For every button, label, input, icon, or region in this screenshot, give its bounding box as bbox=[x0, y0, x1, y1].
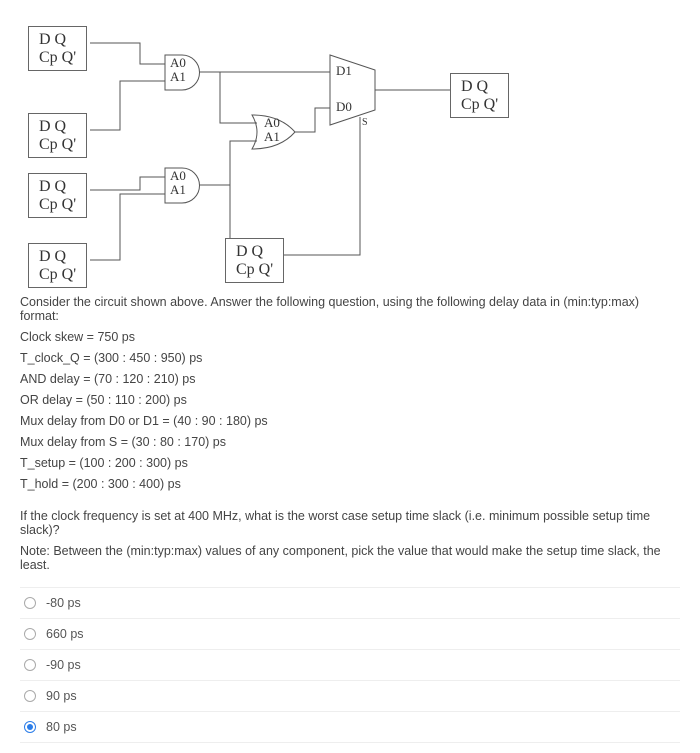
flipflop-4: D Q Cp Q' bbox=[28, 243, 87, 288]
answer-options: -80 ps 660 ps -90 ps 90 ps 80 ps bbox=[20, 587, 680, 743]
flipflop-2: D Q Cp Q' bbox=[28, 113, 87, 158]
problem-data: Consider the circuit shown above. Answer… bbox=[20, 295, 680, 491]
option-0[interactable]: -80 ps bbox=[20, 588, 680, 619]
mux-d-delay: Mux delay from D0 or D1 = (40 : 90 : 180… bbox=[20, 414, 680, 428]
intro-text: Consider the circuit shown above. Answer… bbox=[20, 295, 680, 323]
or-a1-label: A1 bbox=[264, 130, 280, 143]
option-2[interactable]: -90 ps bbox=[20, 650, 680, 681]
flipflop-5: D Q Cp Q' bbox=[225, 238, 284, 283]
option-label: 80 ps bbox=[46, 720, 77, 734]
t-hold: T_hold = (200 : 300 : 400) ps bbox=[20, 477, 680, 491]
and2-a0-label: A0 bbox=[170, 169, 186, 182]
flipflop-6: D Q Cp Q' bbox=[450, 73, 509, 118]
question-text: If the clock frequency is set at 400 MHz… bbox=[20, 509, 680, 537]
radio-icon bbox=[24, 597, 36, 609]
mux-s-label: S bbox=[362, 118, 368, 128]
radio-icon bbox=[24, 721, 36, 733]
flipflop-3: D Q Cp Q' bbox=[28, 173, 87, 218]
option-1[interactable]: 660 ps bbox=[20, 619, 680, 650]
and1-a1-label: A1 bbox=[170, 70, 186, 83]
radio-icon bbox=[24, 690, 36, 702]
or-a0-label: A0 bbox=[264, 116, 280, 129]
and2-a1-label: A1 bbox=[170, 183, 186, 196]
t-clock-q: T_clock_Q = (300 : 450 : 950) ps bbox=[20, 351, 680, 365]
or-delay: OR delay = (50 : 110 : 200) ps bbox=[20, 393, 680, 407]
option-label: -80 ps bbox=[46, 596, 81, 610]
t-setup: T_setup = (100 : 200 : 300) ps bbox=[20, 456, 680, 470]
option-4[interactable]: 80 ps bbox=[20, 712, 680, 743]
mux-s-delay: Mux delay from S = (30 : 80 : 170) ps bbox=[20, 435, 680, 449]
radio-icon bbox=[24, 659, 36, 671]
question-note: Note: Between the (min:typ:max) values o… bbox=[20, 544, 680, 572]
question-block: If the clock frequency is set at 400 MHz… bbox=[20, 509, 680, 572]
option-label: -90 ps bbox=[46, 658, 81, 672]
flipflop-1: D Q Cp Q' bbox=[28, 26, 87, 71]
circuit-wires bbox=[20, 10, 680, 280]
mux-d1-label: D1 bbox=[336, 64, 352, 77]
and-delay: AND delay = (70 : 120 : 210) ps bbox=[20, 372, 680, 386]
clock-skew: Clock skew = 750 ps bbox=[20, 330, 680, 344]
circuit-diagram: D Q Cp Q' D Q Cp Q' D Q Cp Q' D Q Cp Q' … bbox=[20, 10, 680, 280]
radio-icon bbox=[24, 628, 36, 640]
mux-d0-label: D0 bbox=[336, 100, 352, 113]
option-label: 90 ps bbox=[46, 689, 77, 703]
option-label: 660 ps bbox=[46, 627, 84, 641]
and1-a0-label: A0 bbox=[170, 56, 186, 69]
option-3[interactable]: 90 ps bbox=[20, 681, 680, 712]
